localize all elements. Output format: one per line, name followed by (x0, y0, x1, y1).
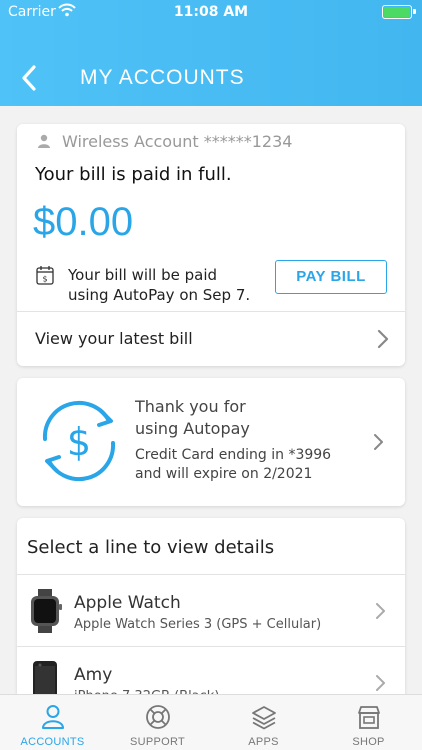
view-latest-bill-row[interactable]: View your latest bill (17, 312, 405, 366)
layers-icon (252, 706, 276, 730)
page-title: MY ACCOUNTS (80, 66, 245, 89)
clock: 11:08 AM (173, 4, 249, 20)
chevron-right-icon (376, 603, 385, 619)
line-item-apple-watch[interactable]: Apple Watch Apple Watch Series 3 (GPS + … (17, 574, 405, 646)
back-arrow-icon[interactable] (18, 63, 42, 93)
autopay-line-2: using AutoPay on Sep 7. (68, 286, 251, 304)
line-name: Apple Watch (74, 593, 181, 613)
chevron-right-icon (374, 434, 383, 450)
tab-label: SUPPORT (129, 736, 186, 748)
tab-bar: ACCOUNTS SUPPORT APPS SHOP (0, 694, 422, 750)
tab-apps[interactable]: APPS (211, 695, 316, 750)
balance-amount: $0.00 (33, 200, 134, 244)
autopay-refresh-dollar-icon: $ (42, 400, 116, 482)
store-icon (358, 706, 380, 729)
line-name: Amy (74, 665, 113, 685)
tab-shop[interactable]: SHOP (316, 695, 421, 750)
autopay-notice: Your bill will be paid using AutoPay on … (68, 265, 268, 305)
bill-status-message: Your bill is paid in full. (35, 164, 232, 185)
person-icon (42, 705, 64, 729)
calendar-dollar-icon: $ (36, 266, 54, 285)
header: Carrier 11:08 AM MY ACCOUNTS (0, 0, 422, 106)
chevron-right-icon (376, 675, 385, 691)
lines-section-title: Select a line to view details (27, 537, 275, 558)
svg-text:$: $ (67, 420, 91, 464)
thanks-line-2: using Autopay (135, 419, 250, 438)
lifebuoy-icon (146, 705, 170, 729)
line-device: Apple Watch Series 3 (GPS + Cellular) (74, 617, 322, 632)
credit-card-line-1: Credit Card ending in *3996 (135, 447, 332, 463)
tab-label: SHOP (352, 736, 385, 748)
svg-text:$: $ (42, 275, 47, 284)
status-bar: Carrier 11:08 AM (0, 0, 422, 24)
chevron-right-icon (377, 329, 389, 349)
tab-support[interactable]: SUPPORT (105, 695, 210, 750)
view-latest-bill-label: View your latest bill (35, 329, 193, 348)
account-number-label: Wireless Account ******1234 (62, 132, 293, 151)
credit-card-info: Credit Card ending in *3996 and will exp… (135, 446, 355, 484)
tab-label: ACCOUNTS (20, 736, 85, 748)
tab-label: APPS (248, 736, 279, 748)
credit-card-line-2: and will expire on 2/2021 (135, 466, 313, 482)
thanks-line-1: Thank you for (135, 397, 246, 416)
tab-accounts[interactable]: ACCOUNTS (0, 695, 105, 750)
account-summary-card: Wireless Account ******1234 Your bill is… (17, 124, 405, 366)
battery-icon (382, 5, 416, 19)
pay-bill-button[interactable]: PAY BILL (275, 260, 387, 294)
lines-card: Select a line to view details Apple Watc… (17, 518, 405, 718)
person-icon (38, 134, 50, 148)
autopay-line-1: Your bill will be paid (68, 266, 218, 284)
apple-watch-thumbnail (31, 589, 62, 633)
autopay-thanks-message: Thank you for using Autopay (135, 396, 355, 440)
autopay-card[interactable]: $ Thank you for using Autopay Credit Car… (17, 378, 405, 506)
